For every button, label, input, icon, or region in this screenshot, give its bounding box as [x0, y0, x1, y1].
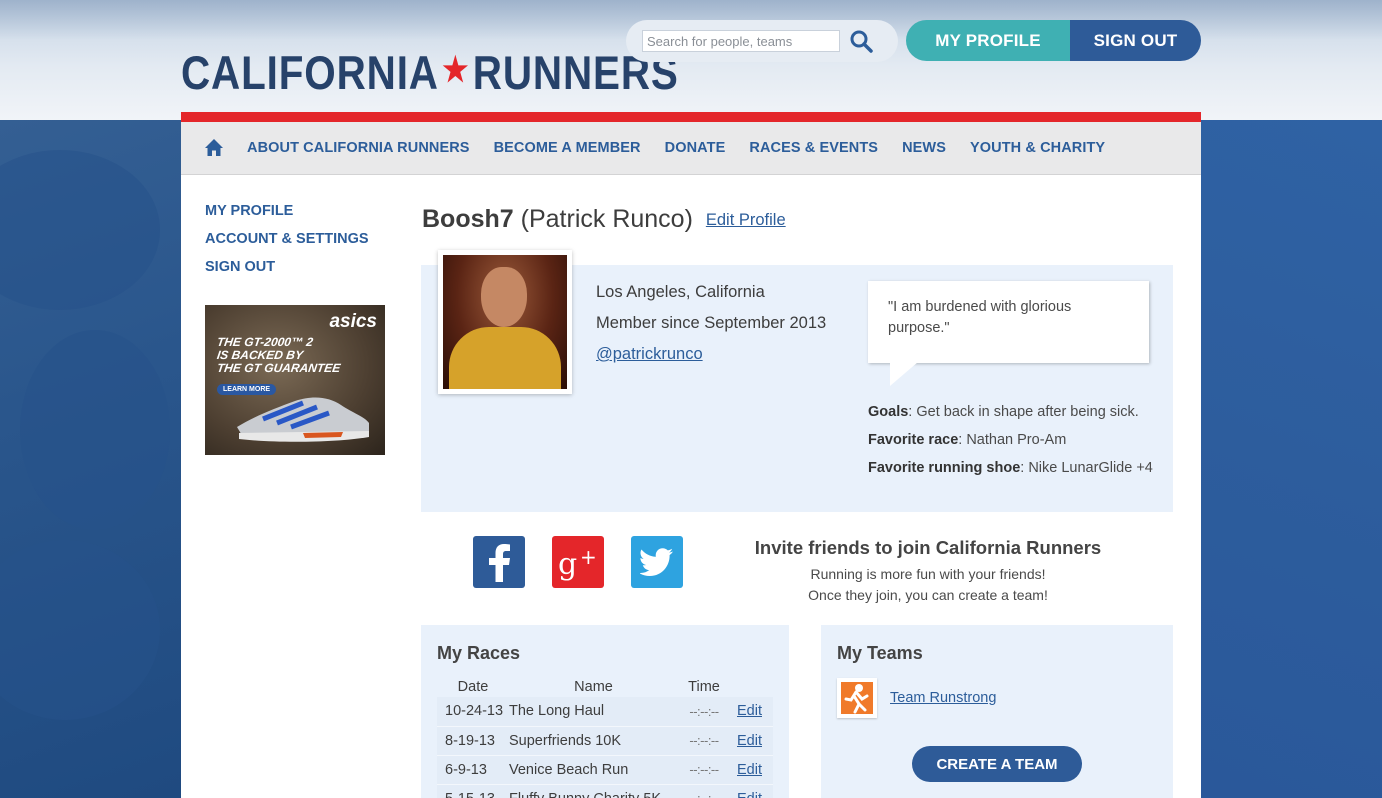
search-input[interactable]	[642, 30, 840, 52]
goals-value: : Get back in shape after being sick.	[908, 404, 1139, 420]
svg-text:g: g	[558, 547, 577, 582]
table-row: 8-19-13 Superfriends 10K --:--:-- Edit	[437, 726, 773, 756]
profile-card: Los Angeles, California Member since Sep…	[421, 250, 1173, 512]
twitter-share-button[interactable]	[631, 536, 683, 588]
logo-text-left: CALIFORNIA	[181, 45, 439, 99]
background-right-panel	[1201, 120, 1382, 798]
race-time: --:--:--	[678, 784, 730, 798]
facebook-icon	[489, 544, 510, 582]
google-plus-icon: g +	[558, 545, 597, 582]
advertisement-banner[interactable]: asics THE GT-2000™ 2 IS BACKED BY THE GT…	[205, 305, 385, 455]
invite-title: Invite friends to join California Runner…	[754, 537, 1102, 558]
race-name: The Long Haul	[509, 697, 678, 727]
avatar-photo	[443, 255, 567, 389]
page-title: Boosh7 (Patrick Runco) Edit Profile	[422, 205, 786, 234]
home-icon[interactable]	[204, 138, 224, 158]
profile-full-name: (Patrick Runco)	[520, 205, 693, 233]
accent-bar	[181, 112, 1201, 122]
sidebar-item-my-profile[interactable]: MY PROFILE	[205, 203, 369, 221]
sidebar-nav: MY PROFILE ACCOUNT & SETTINGS SIGN OUT	[205, 203, 369, 287]
search-icon[interactable]	[849, 29, 873, 53]
goals-label: Goals	[868, 404, 909, 420]
races-table: Date Name Time 10-24-13 The Long Haul --…	[437, 676, 773, 798]
main-nav: ABOUT CALIFORNIA RUNNERS BECOME A MEMBER…	[181, 122, 1201, 175]
favorite-race-label: Favorite race	[868, 432, 959, 448]
race-name: Fluffy Bunny Charity 5K	[509, 784, 678, 798]
sidebar-item-account-settings[interactable]: ACCOUNT & SETTINGS	[205, 231, 369, 249]
avatar-face	[481, 267, 527, 327]
nav-item-donate[interactable]: DONATE	[665, 140, 726, 156]
favorite-shoe-label: Favorite running shoe	[868, 460, 1021, 476]
profile-facts: Goals: Get back in shape after being sic…	[868, 404, 1153, 488]
profile-location: Los Angeles, California	[596, 283, 765, 301]
ad-headline: IS BACKED BY	[216, 348, 304, 362]
shoe-image-icon	[237, 397, 369, 442]
ad-headline: THE GT GUARANTEE	[216, 361, 342, 375]
race-time: --:--:--	[678, 726, 730, 756]
team-runner-icon	[837, 678, 877, 718]
nav-item-youth-charity[interactable]: YOUTH & CHARITY	[970, 140, 1105, 156]
twitter-icon	[640, 548, 673, 576]
invite-friends-section: Invite friends to join California Runner…	[721, 537, 1135, 606]
quote-bubble-tail	[890, 362, 918, 386]
background-tree	[20, 330, 170, 530]
my-profile-button[interactable]: MY PROFILE	[906, 20, 1070, 61]
favorite-race-value: : Nathan Pro-Am	[958, 432, 1067, 448]
race-date: 10-24-13	[437, 697, 509, 727]
favorite-shoe-value: : Nike LunarGlide +4	[1020, 460, 1153, 476]
column-header-date: Date	[457, 678, 489, 695]
ad-brand-logo: asics	[329, 311, 377, 332]
avatar-shirt	[449, 327, 561, 389]
my-races-title: My Races	[437, 643, 521, 663]
search-bar	[626, 20, 898, 62]
nav-item-become-member[interactable]: BECOME A MEMBER	[494, 140, 641, 156]
invite-line: Once they join, you can create a team!	[808, 587, 1048, 603]
profile-username: Boosh7	[422, 205, 514, 233]
ad-headline: THE GT-2000™ 2	[216, 335, 315, 349]
race-time: --:--:--	[678, 755, 730, 785]
race-name: Venice Beach Run	[509, 755, 678, 785]
column-header-name: Name	[574, 678, 613, 695]
race-time: --:--:--	[678, 697, 730, 727]
nav-item-about[interactable]: ABOUT CALIFORNIA RUNNERS	[247, 140, 470, 156]
column-header-time: Time	[688, 678, 720, 695]
profile-quote: "I am burdened with glorious purpose."	[868, 281, 1149, 363]
avatar	[438, 250, 572, 394]
team-name-link[interactable]: Team Runstrong	[890, 690, 996, 706]
race-edit-link[interactable]: Edit	[730, 784, 773, 798]
my-races-panel: My Races Date Name Time 10-24-13 The Lon…	[421, 625, 789, 798]
logo-star-icon: ★	[442, 51, 470, 89]
race-edit-link[interactable]: Edit	[730, 726, 773, 756]
my-teams-panel: My Teams Team Runstrong CREATE A TEAM	[821, 625, 1173, 798]
my-teams-title: My Teams	[837, 643, 923, 663]
create-team-button[interactable]: CREATE A TEAM	[912, 746, 1082, 782]
profile-member-since: Member since September 2013	[596, 314, 827, 332]
race-name: Superfriends 10K	[509, 726, 678, 756]
profile-twitter-handle[interactable]: @patrickrunco	[596, 345, 703, 363]
table-row: 6-9-13 Venice Beach Run --:--:-- Edit	[437, 755, 773, 785]
list-item[interactable]: Team Runstrong	[837, 678, 996, 718]
race-edit-link[interactable]: Edit	[730, 755, 773, 785]
invite-line: Running is more fun with your friends!	[810, 566, 1046, 582]
facebook-share-button[interactable]	[473, 536, 525, 588]
column-header-edit	[730, 676, 773, 697]
sidebar-item-sign-out[interactable]: SIGN OUT	[205, 259, 369, 277]
profile-info: Los Angeles, California Member since Sep…	[596, 283, 826, 376]
sign-out-button[interactable]: SIGN OUT	[1070, 20, 1201, 61]
race-date: 6-9-13	[437, 755, 509, 785]
nav-item-races-events[interactable]: RACES & EVENTS	[749, 140, 878, 156]
race-date: 8-19-13	[437, 726, 509, 756]
edit-profile-link[interactable]: Edit Profile	[706, 211, 786, 229]
site-logo[interactable]: CALIFORNIA ★ RUNNERS	[181, 44, 679, 100]
race-date: 5-15-13	[437, 784, 509, 798]
nav-item-news[interactable]: NEWS	[902, 140, 946, 156]
race-edit-link[interactable]: Edit	[730, 697, 773, 727]
main-content: MY PROFILE ACCOUNT & SETTINGS SIGN OUT a…	[181, 175, 1201, 798]
google-plus-share-button[interactable]: g +	[552, 536, 604, 588]
svg-text:+: +	[580, 545, 597, 569]
table-row: 10-24-13 The Long Haul --:--:-- Edit	[437, 697, 773, 727]
table-row: 5-15-13 Fluffy Bunny Charity 5K --:--:--…	[437, 784, 773, 798]
